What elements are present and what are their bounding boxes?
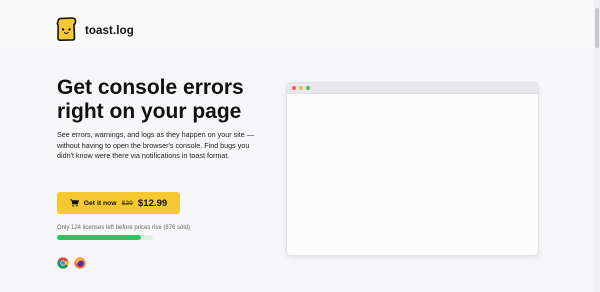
brand-name[interactable]: toast.log <box>85 25 134 37</box>
firefox-icon[interactable] <box>74 257 86 269</box>
buy-button[interactable]: Get it now $20 $12.99 <box>57 192 180 214</box>
old-price: $20 <box>121 199 133 207</box>
hero-description: See errors, warnings, and logs as they h… <box>57 130 254 160</box>
window-maximize-dot <box>306 86 310 90</box>
licenses-remaining-text: Only 124 licenses left before prices ris… <box>57 225 191 231</box>
scrollbar-thumb[interactable] <box>595 8 599 48</box>
page-title: Get console errors right on your page <box>57 76 244 123</box>
browser-preview-window <box>286 82 539 256</box>
window-minimize-dot <box>299 86 303 90</box>
header-bar <box>0 0 600 48</box>
window-titlebar <box>287 83 538 94</box>
chrome-icon[interactable] <box>57 257 69 269</box>
toast-logo-icon[interactable] <box>54 17 78 41</box>
page-scrollbar[interactable] <box>594 0 600 292</box>
licenses-progress-fill <box>57 235 142 240</box>
licenses-progress-bar <box>57 235 153 240</box>
window-close-dot <box>292 86 296 90</box>
cart-icon <box>69 199 79 207</box>
buy-button-label: Get it now <box>83 199 117 207</box>
new-price: $12.99 <box>137 197 168 209</box>
